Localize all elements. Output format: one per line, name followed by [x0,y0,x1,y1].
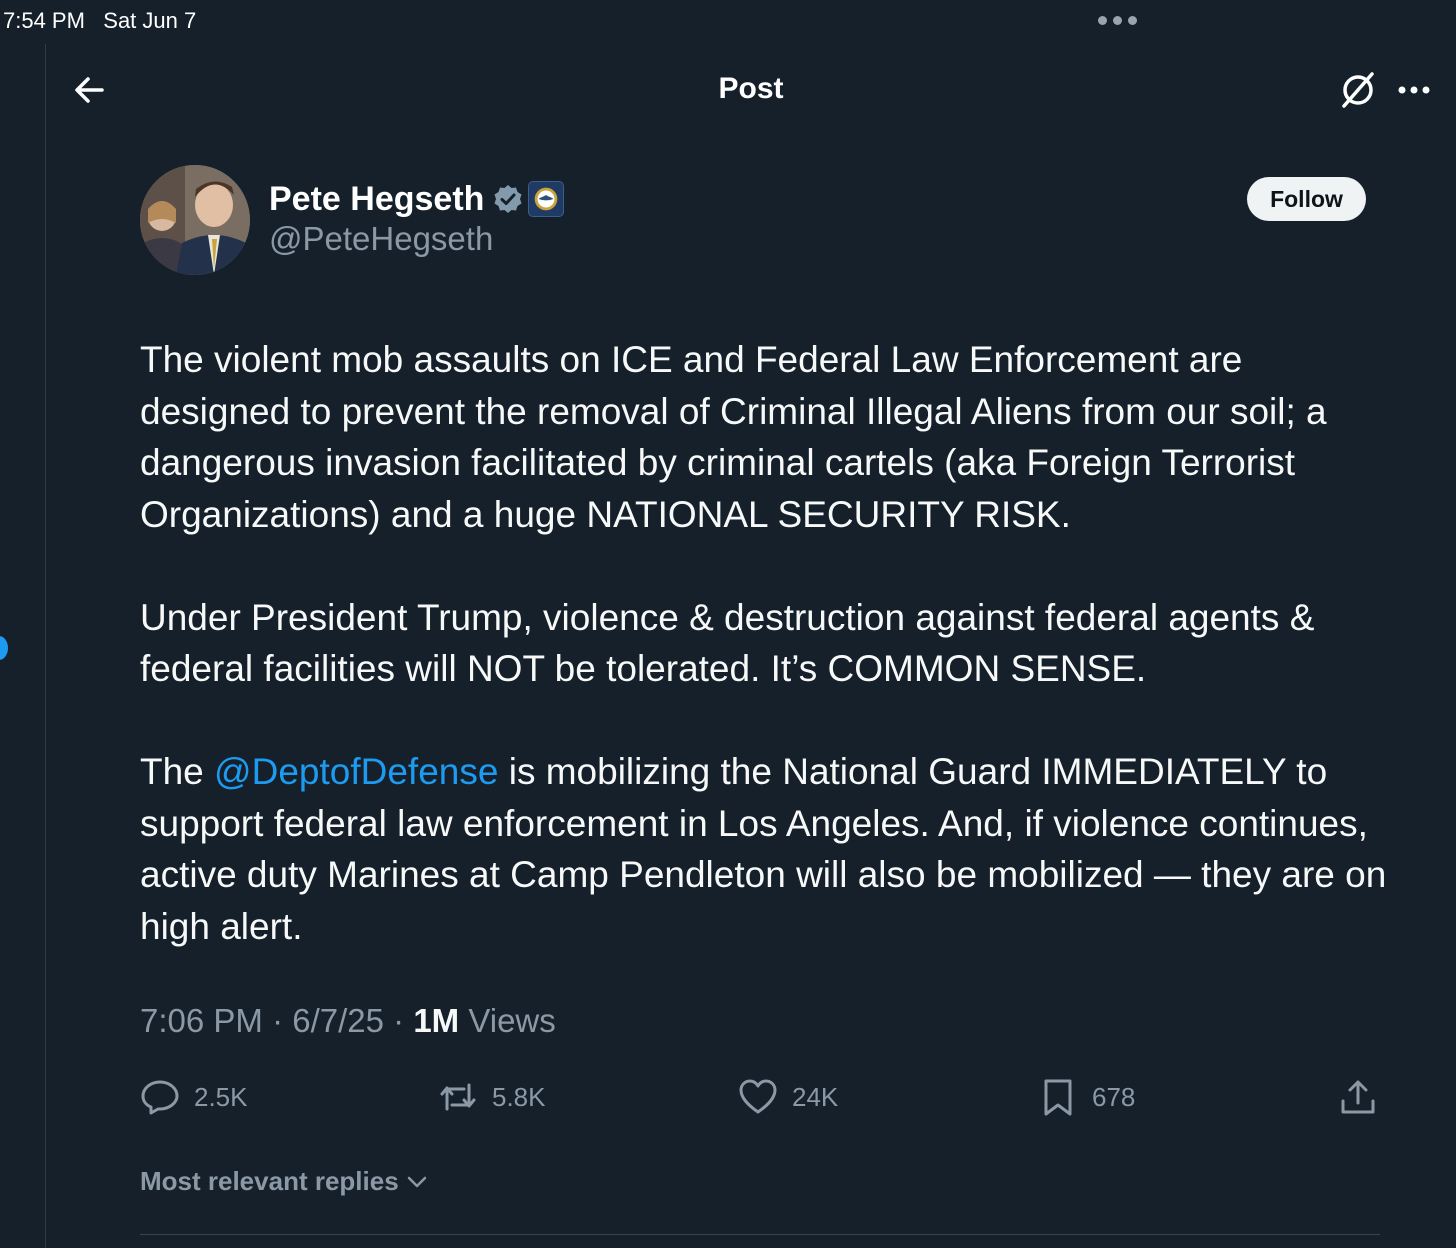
avatar[interactable] [140,165,250,275]
share-button[interactable] [1338,1074,1378,1120]
views-label: Views [459,1002,556,1039]
sidebar-divider [45,44,46,1248]
repost-icon [440,1083,476,1111]
tweet-timestamp[interactable]: 7:06 PM · 6/7/25 · [140,1002,413,1039]
divider [140,1234,1380,1235]
chevron-down-icon [407,1176,426,1187]
side-indicator [0,636,8,660]
dod-affiliate-badge-icon[interactable] [528,181,565,217]
grok-icon [1342,72,1374,108]
author-name[interactable]: Pete Hegseth [269,180,484,219]
repost-button[interactable]: 5.8K [438,1074,546,1120]
mention-link[interactable]: @DeptofDefense [214,751,498,792]
tweet-meta: 7:06 PM · 6/7/25 · 1M Views [140,1002,556,1040]
heart-icon [739,1079,777,1114]
tweet-paragraph-1: The violent mob assaults on ICE and Fede… [140,339,1327,535]
more-options-button[interactable] [1392,68,1436,112]
follow-button[interactable]: Follow [1247,177,1366,221]
more-horizontal-icon [1398,86,1430,94]
top-nav-bar: Post [46,44,1456,136]
views-count: 1M [413,1002,460,1039]
author-handle[interactable]: @PeteHegseth [269,220,493,258]
avatar-photo [140,165,250,275]
grok-button[interactable] [1336,68,1380,112]
author-name-row: Pete Hegseth [269,178,565,220]
bookmark-count: 678 [1092,1081,1136,1112]
share-icon [1341,1080,1375,1114]
replies-sort-label: Most relevant replies [140,1166,399,1196]
tweet-paragraph-3: The @DeptofDefense is mobilizing the Nat… [140,746,1390,952]
like-count: 24K [792,1081,839,1112]
reply-count: 2.5K [194,1081,248,1112]
tweet-paragraph-2: Under President Trump, violence & destru… [140,596,1315,690]
verified-badge-icon[interactable] [492,183,524,215]
tweet-text-segment: The [140,751,215,792]
status-time-date: 7:54 PM Sat Jun 7 [3,8,197,33]
action-bar: 2.5K 5.8K 24K 678 [140,1074,1380,1120]
bookmark-icon [1044,1079,1072,1116]
reply-icon [141,1080,179,1115]
tweet-text: The violent mob assaults on ICE and Fede… [140,334,1390,1004]
reply-button[interactable]: 2.5K [140,1074,248,1120]
page-title: Post [718,72,784,105]
repost-count: 5.8K [492,1081,546,1112]
bookmark-button[interactable]: 678 [1038,1074,1135,1120]
multitasking-dots-icon[interactable] [1098,16,1137,25]
status-bar: 7:54 PM Sat Jun 7 [0,0,1456,44]
like-button[interactable]: 24K [738,1074,838,1120]
replies-sort-dropdown[interactable]: Most relevant replies [140,1166,429,1197]
